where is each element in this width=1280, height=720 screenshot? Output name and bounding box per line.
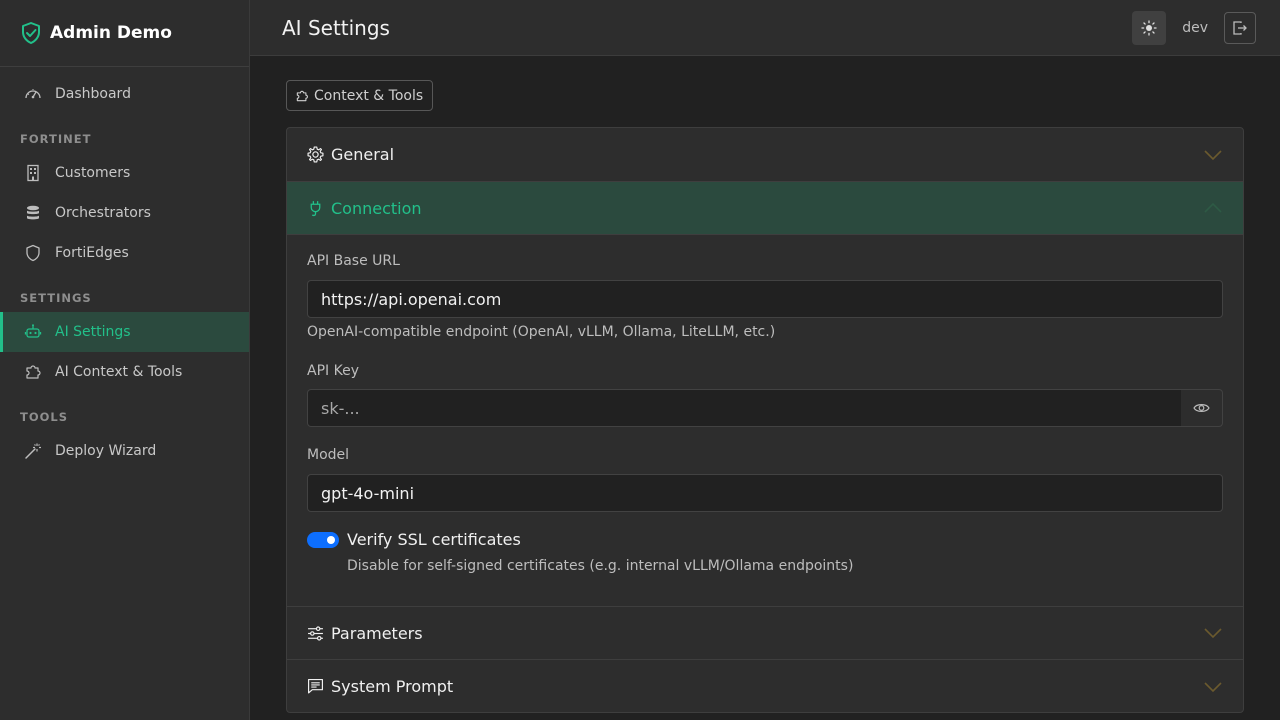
- sidebar-item-ai-settings[interactable]: AI Settings: [0, 312, 249, 352]
- accordion-general-label: General: [331, 145, 395, 164]
- shield-check-icon: [20, 21, 42, 45]
- sidebar-item-label: AI Context & Tools: [55, 364, 183, 380]
- settings-accordion: General Connection API Base URL https://…: [286, 127, 1244, 713]
- api-key-input[interactable]: sk-...: [307, 389, 1182, 427]
- accordion-system-prompt[interactable]: System Prompt: [287, 660, 1243, 712]
- shield-icon: [24, 244, 42, 262]
- accordion-connection-label: Connection: [331, 198, 422, 218]
- api-base-url-help: OpenAI-compatible endpoint (OpenAI, vLLM…: [307, 324, 776, 340]
- divider: [287, 234, 1243, 235]
- page-title: AI Settings: [282, 15, 390, 40]
- sidebar-item-label: Deploy Wizard: [55, 443, 157, 459]
- verify-ssl-help: Disable for self-signed certificates (e.…: [347, 558, 854, 574]
- chat-icon: [307, 678, 325, 696]
- brand[interactable]: Admin Demo: [0, 0, 249, 67]
- context-tools-label: Context & Tools: [314, 87, 424, 104]
- section-title-tools: TOOLS: [20, 410, 69, 424]
- gear-icon: [307, 146, 325, 164]
- verify-ssl-label[interactable]: Verify SSL certificates: [347, 530, 521, 549]
- sidebar-item-dashboard[interactable]: Dashboard: [0, 74, 249, 114]
- building-icon: [24, 164, 42, 182]
- sidebar-item-orchestrators[interactable]: Orchestrators: [0, 193, 249, 233]
- sidebar-item-label: Orchestrators: [55, 205, 151, 221]
- chevron-down-icon: [1203, 149, 1223, 161]
- verify-ssl-toggle[interactable]: [307, 532, 339, 548]
- model-label: Model: [307, 447, 350, 463]
- sidebar: Admin Demo Dashboard FORTINET Customers …: [0, 0, 250, 720]
- speedometer-icon: [24, 85, 42, 103]
- sun-icon: [1141, 20, 1157, 36]
- sidebar-item-fortiedges[interactable]: FortiEdges: [0, 233, 249, 273]
- api-key-label: API Key: [307, 363, 359, 379]
- sidebar-item-label: Dashboard: [55, 86, 131, 102]
- sidebar-item-ai-context-tools[interactable]: AI Context & Tools: [0, 352, 249, 392]
- logout-icon: [1232, 20, 1248, 36]
- section-title-fortinet: FORTINET: [20, 132, 92, 146]
- toggle-knob: [327, 536, 335, 544]
- sidebar-item-customers[interactable]: Customers: [0, 153, 249, 193]
- accordion-system-prompt-label: System Prompt: [331, 677, 454, 696]
- sidebar-item-label: FortiEdges: [55, 245, 129, 261]
- context-tools-button[interactable]: Context & Tools: [286, 80, 434, 111]
- logout-button[interactable]: [1224, 12, 1256, 44]
- toggle-key-visibility-button[interactable]: [1181, 389, 1223, 427]
- sidebar-item-deploy-wizard[interactable]: Deploy Wizard: [0, 431, 249, 471]
- puzzle-icon: [24, 363, 42, 381]
- sliders-icon: [307, 624, 325, 642]
- sidebar-item-label: Customers: [55, 165, 131, 181]
- api-base-url-input[interactable]: https://api.openai.com: [307, 280, 1223, 318]
- sidebar-item-label: AI Settings: [55, 324, 131, 340]
- robot-icon: [24, 323, 42, 341]
- chevron-up-icon: [1203, 202, 1223, 214]
- chevron-down-icon: [1203, 627, 1223, 639]
- api-key-group: sk-...: [307, 389, 1223, 427]
- puzzle-icon: [295, 89, 309, 103]
- database-icon: [24, 204, 42, 222]
- section-title-settings: SETTINGS: [20, 291, 92, 305]
- theme-toggle-button[interactable]: [1132, 11, 1167, 45]
- accordion-connection[interactable]: Connection: [287, 182, 1243, 234]
- api-base-url-label: API Base URL: [307, 253, 400, 269]
- chevron-down-icon: [1203, 681, 1223, 693]
- user-label[interactable]: dev: [1182, 20, 1208, 36]
- eye-icon: [1193, 402, 1210, 414]
- model-input[interactable]: gpt-4o-mini: [307, 474, 1223, 512]
- accordion-parameters-label: Parameters: [331, 623, 423, 643]
- accordion-parameters[interactable]: Parameters: [287, 607, 1243, 659]
- magic-wand-icon: [24, 442, 42, 460]
- accordion-general[interactable]: General: [287, 128, 1243, 181]
- plug-icon: [307, 199, 325, 217]
- top-header: AI Settings dev: [250, 0, 1280, 56]
- app-title: Admin Demo: [50, 23, 172, 43]
- header-actions: dev: [1132, 11, 1256, 45]
